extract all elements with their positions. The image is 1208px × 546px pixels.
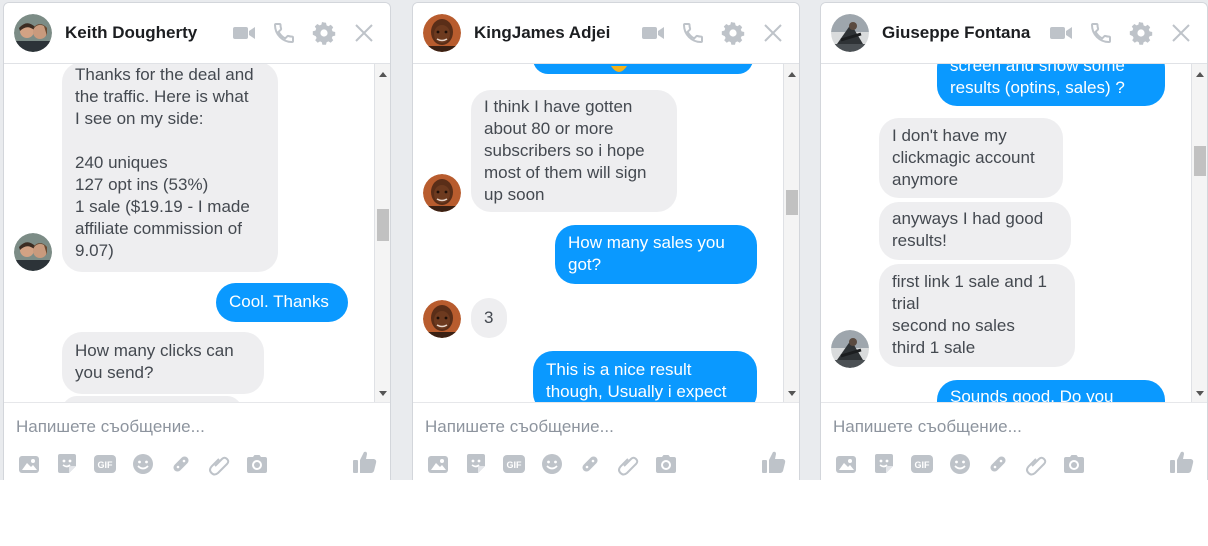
scroll-down-arrow[interactable] [379, 391, 387, 396]
close-icon[interactable] [1169, 21, 1193, 45]
gif-icon[interactable]: GIF [910, 452, 934, 476]
svg-text:GIF: GIF [98, 460, 114, 470]
emoji-icon[interactable] [131, 452, 155, 476]
camera-icon[interactable] [245, 452, 269, 476]
video-call-icon[interactable] [232, 21, 256, 45]
thumbs-up-like-icon[interactable] [761, 449, 787, 475]
settings-gear-icon[interactable] [312, 21, 336, 45]
close-icon[interactable] [761, 21, 785, 45]
message-bubble: How many sales you got? [555, 225, 757, 284]
attachment-icon[interactable] [1024, 452, 1048, 476]
message-bubble: anyways I had good results! [879, 202, 1071, 260]
message-bubble: screen and show some results (optins, sa… [937, 64, 1165, 106]
sticker-icon[interactable] [872, 452, 896, 476]
voice-call-icon[interactable] [681, 21, 705, 45]
contact-avatar[interactable] [423, 14, 461, 52]
chat-window-kingjames: KingJames Adjei I think I have gotten ab… [412, 2, 800, 480]
message-bubble: Sounds good. Do you [937, 380, 1165, 402]
close-icon[interactable] [352, 21, 376, 45]
photo-icon[interactable] [426, 452, 450, 476]
attachment-icon[interactable] [616, 452, 640, 476]
message-bubble: I think I have gotten about 80 or more s… [471, 90, 677, 212]
sender-avatar[interactable] [14, 233, 52, 271]
attachment-icon[interactable] [207, 452, 231, 476]
contact-avatar[interactable] [14, 14, 52, 52]
sender-avatar[interactable] [831, 330, 869, 368]
gif-icon[interactable]: GIF [93, 452, 117, 476]
sender-avatar[interactable] [423, 300, 461, 338]
scrollbar-thumb[interactable] [786, 190, 798, 215]
scrollbar[interactable] [1191, 64, 1207, 402]
voice-call-icon[interactable] [1089, 21, 1113, 45]
contact-name[interactable]: KingJames Adjei [474, 23, 610, 43]
game-icon[interactable] [578, 452, 602, 476]
emoji-icon[interactable] [540, 452, 564, 476]
message-bubble: first link 1 sale and 1 trial second no … [879, 264, 1075, 367]
photo-icon[interactable] [17, 452, 41, 476]
photo-icon[interactable] [834, 452, 858, 476]
message-input[interactable] [423, 413, 767, 441]
video-call-icon[interactable] [1049, 21, 1073, 45]
scrollbar-thumb[interactable] [1194, 146, 1206, 176]
contact-avatar[interactable] [831, 14, 869, 52]
thumbs-up-like-icon[interactable] [352, 449, 378, 475]
chat-header: Keith Dougherty [4, 3, 390, 64]
settings-gear-icon[interactable] [1129, 21, 1153, 45]
message-bubble: I don't have my clickmagic account anymo… [879, 118, 1063, 198]
chat-header: Giuseppe Fontana [821, 3, 1207, 64]
composer: GIF [413, 402, 799, 480]
svg-text:GIF: GIF [915, 460, 931, 470]
settings-gear-icon[interactable] [721, 21, 745, 45]
sticker-icon[interactable] [55, 452, 79, 476]
composer: GIF [4, 402, 390, 480]
message-list[interactable]: Thanks for the deal and the traffic. Her… [4, 64, 390, 402]
sticker-icon[interactable] [464, 452, 488, 476]
message-input[interactable] [14, 413, 358, 441]
svg-text:GIF: GIF [507, 460, 523, 470]
message-bubble: Cool. Thanks [216, 283, 348, 322]
scrollbar[interactable] [783, 64, 799, 402]
camera-icon[interactable] [1062, 452, 1086, 476]
emoji-icon [611, 66, 627, 72]
message-input[interactable] [831, 413, 1175, 441]
message-bubble: This is a nice result though, Usually i … [533, 351, 757, 402]
sender-avatar[interactable] [423, 174, 461, 212]
camera-icon[interactable] [654, 452, 678, 476]
message-bubble: Thanks for the deal and the traffic. Her… [62, 64, 278, 272]
scroll-up-arrow[interactable] [788, 72, 796, 77]
contact-name[interactable]: Keith Dougherty [65, 23, 197, 43]
thumbs-up-like-icon[interactable] [1169, 449, 1195, 475]
message-bubble: How many clicks can you send? [62, 332, 264, 394]
game-icon[interactable] [169, 452, 193, 476]
chat-header: KingJames Adjei [413, 3, 799, 64]
gif-icon[interactable]: GIF [502, 452, 526, 476]
message-bubble-partial [533, 64, 753, 74]
message-list[interactable]: screen and show some results (optins, sa… [821, 64, 1207, 402]
scrollbar[interactable] [374, 64, 390, 402]
scroll-up-arrow[interactable] [1196, 72, 1204, 77]
emoji-icon[interactable] [948, 452, 972, 476]
composer: GIF [821, 402, 1207, 480]
chat-window-keith: Keith Dougherty Thanks for the deal and … [3, 2, 391, 480]
message-list[interactable]: I think I have gotten about 80 or more s… [413, 64, 799, 402]
message-bubble: 3 [471, 298, 507, 338]
scroll-down-arrow[interactable] [1196, 391, 1204, 396]
chat-window-giuseppe: Giuseppe Fontana screen and show some re… [820, 2, 1208, 480]
voice-call-icon[interactable] [272, 21, 296, 45]
scroll-up-arrow[interactable] [379, 72, 387, 77]
contact-name[interactable]: Giuseppe Fontana [882, 23, 1030, 43]
scroll-down-arrow[interactable] [788, 391, 796, 396]
scrollbar-thumb[interactable] [377, 209, 389, 241]
video-call-icon[interactable] [641, 21, 665, 45]
game-icon[interactable] [986, 452, 1010, 476]
